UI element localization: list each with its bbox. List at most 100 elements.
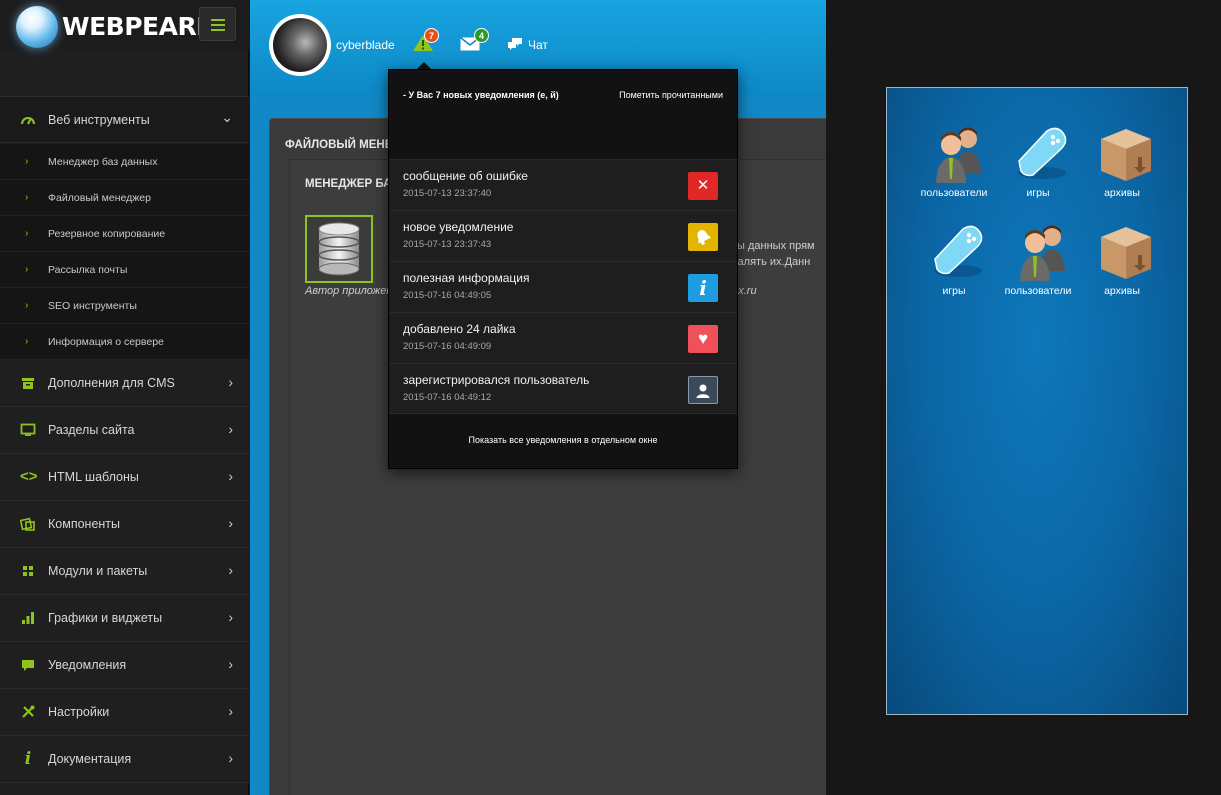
show-all-notifications-link[interactable]: Показать все уведомления в отдельном окн… [389,435,737,445]
hamburger-icon-line [211,29,225,31]
description-line: удалять их.Данн [726,256,811,268]
chat-button[interactable] [507,37,523,56]
chevron-right-icon: › [228,374,233,390]
notification-date: 2015-07-16 04:49:12 [403,392,492,403]
chevron-right-icon: › [228,656,233,672]
username[interactable]: cyberblade [336,38,395,52]
comment-icon [20,657,36,673]
desktop-icon-users[interactable]: пользователи [912,123,996,213]
sidebar-item-settings[interactable]: Настройки › [0,689,249,736]
notification-title: добавлено 24 лайка [403,322,516,336]
sidebar-item-modules[interactable]: Модули и пакеты › [0,548,249,595]
box-icon [1101,227,1151,279]
chat-icon [508,38,522,50]
close-icon: ✕ [688,172,718,200]
sidebar-subitem-db-manager[interactable]: › Менеджер баз данных [0,144,249,180]
chevron-right-icon: › [25,156,29,167]
chevron-right-icon: › [228,750,233,766]
notifications-header: - У Вас 7 новых уведомления (е, й) [403,90,559,100]
notification-date: 2015-07-16 04:49:05 [403,290,492,301]
sidebar-item-components[interactable]: Компоненты › [0,501,249,548]
chevron-right-icon: › [25,192,29,203]
box-icon [1101,129,1151,181]
notification-date: 2015-07-16 04:49:09 [403,341,492,352]
sidebar-subitem-server-info[interactable]: › Информация о сервере [0,324,249,360]
tools-icon [20,704,36,720]
card-title: МЕНЕДЖЕР БАЗ [305,178,399,190]
database-icon [318,222,360,276]
sidebar-subitem-backup[interactable]: › Резервное копирование [0,216,249,252]
sidebar-subitem-label: SEO инструменты [48,300,137,312]
database-app-tile[interactable] [305,215,373,283]
sidebar-item-label: Настройки [48,705,110,719]
notification-item[interactable]: сообщение об ошибке 2015-07-13 23:37:40 … [389,159,737,210]
info-icon: i [24,749,32,769]
sidebar-item-label: Компоненты [48,517,121,531]
hamburger-icon-line [211,24,225,26]
monitor-icon [20,422,36,438]
notification-item[interactable]: новое уведомление 2015-07-13 23:37:43 [389,210,737,261]
desktop-icon-label: архивы [1104,187,1140,199]
notification-item[interactable]: полезная информация 2015-07-16 04:49:05 … [389,261,737,312]
sidebar-subitem-file-manager[interactable]: › Файловый менеджер [0,180,249,216]
mark-read-link[interactable]: Пометить прочитанными [619,90,723,100]
user-icon [688,376,718,404]
gamepad-icon [934,225,983,277]
users-icon [936,127,981,183]
desktop-icon-users[interactable]: пользователи [996,221,1080,311]
sidebar-item-cms-addons[interactable]: Дополнения для CMS › [0,360,249,407]
bar-chart-icon [20,610,36,626]
avatar[interactable] [269,14,331,76]
sidebar-item-label: Модули и пакеты [48,564,148,578]
sidebar-item-label: Веб инструменты [48,113,150,127]
sidebar-item-label: Документация [48,752,132,766]
notification-item[interactable]: добавлено 24 лайка 2015-07-16 04:49:09 ♥ [389,312,737,363]
chevron-right-icon: › [25,264,29,275]
chevron-right-icon: › [228,703,233,719]
desktop-icon-archives[interactable]: архивы [1080,221,1164,311]
notification-title: сообщение об ошибке [403,169,528,183]
sidebar-item-web-tools[interactable]: Веб инструменты ⌄ [0,96,249,143]
brand-name: WEBPEARL [62,12,212,41]
sidebar-item-html-templates[interactable]: <> HTML шаблоны › [0,454,249,501]
panel-title: ФАЙЛОВЫЙ МЕНЕД [285,139,401,151]
sidebar-item-site-sections[interactable]: Разделы сайта › [0,407,249,454]
sidebar-item-documentation[interactable]: i Документация › [0,736,249,783]
info-icon: i [688,274,718,302]
sidebar-item-label: Уведомления [48,658,127,672]
chevron-down-icon: ⌄ [221,109,233,125]
sidebar-item-label: Дополнения для CMS [48,376,175,390]
sidebar-subitem-seo[interactable]: › SEO инструменты [0,288,249,324]
chevron-right-icon: › [25,336,29,347]
desktop-icon-label: архивы [1104,285,1140,297]
author-text: Автор приложен [305,285,393,297]
sidebar-item-charts[interactable]: Графики и виджеты › [0,595,249,642]
notification-title: новое уведомление [403,220,514,234]
chevron-right-icon: › [228,515,233,531]
gamepad-icon [1018,127,1067,179]
sidebar-submenu: › Менеджер баз данных › Файловый менедже… [0,144,249,360]
desktop-widget: пользователи игры архивы игры пользовате… [886,87,1188,715]
sidebar-item-label: Графики и виджеты [48,611,163,625]
sidebar-subitem-label: Менеджер баз данных [48,156,158,168]
notification-date: 2015-07-13 23:37:40 [403,188,492,199]
desktop-icon-archives[interactable]: архивы [1080,123,1164,213]
chat-label[interactable]: Чат [528,38,548,52]
chevron-right-icon: › [228,421,233,437]
menu-toggle-button[interactable] [199,7,236,41]
desktop-icon-label: пользователи [1004,285,1072,297]
desktop-icon-games[interactable]: игры [996,123,1080,213]
sidebar-item-notifications[interactable]: Уведомления › [0,642,249,689]
hamburger-icon [211,19,225,21]
description-line: азы данных прям [726,240,815,252]
bell-icon [688,223,718,251]
notification-item[interactable]: зарегистрировался пользователь 2015-07-1… [389,363,737,414]
desktop-icon-label: игры [1026,187,1050,199]
desktop-icon-games[interactable]: игры [912,221,996,311]
sidebar-item-label: HTML шаблоны [48,470,139,484]
sidebar-subitem-label: Файловый менеджер [48,192,151,204]
notification-date: 2015-07-13 23:37:43 [403,239,492,250]
grid-icon [20,563,36,579]
logo-orb-icon [16,6,58,48]
sidebar-subitem-mailing[interactable]: › Рассылка почты [0,252,249,288]
